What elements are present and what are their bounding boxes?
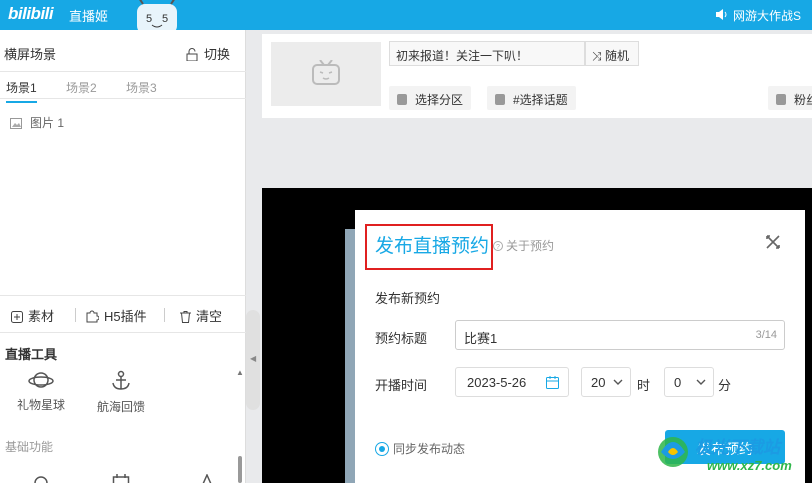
about-reservation-link[interactable]: ? 关于预约: [493, 237, 554, 254]
switch-button[interactable]: 切换: [186, 44, 230, 63]
reservation-title-value: 比赛1: [464, 331, 498, 346]
sync-label: 同步发布动态: [393, 442, 466, 456]
calendar-icon[interactable]: [112, 474, 130, 483]
material-button[interactable]: 素材: [11, 306, 54, 325]
panel-splitter[interactable]: ◀: [246, 310, 260, 410]
left-panel: 横屏场景 切换 场景1 场景2 场景3 图片 1 素材 H5插件 清空 直播工具…: [0, 30, 246, 483]
random-label: 随机: [604, 49, 629, 63]
cover-image[interactable]: [271, 42, 381, 106]
h5-plugin-button[interactable]: H5插件: [85, 306, 147, 325]
watermark-url: www.xz7.com: [707, 458, 792, 473]
clear-label: 清空: [196, 309, 223, 324]
watermark-logo: [658, 437, 688, 467]
hour-value: 20: [591, 375, 606, 390]
collapse-icon[interactable]: ◀: [250, 354, 256, 363]
random-button[interactable]: ⤨ 随机: [585, 41, 639, 66]
room-title-input[interactable]: 初来报道！关注一下叭！: [389, 41, 585, 66]
start-time-label: 开播时间: [375, 378, 428, 393]
char-count: 3/14: [755, 329, 777, 341]
select-topic-label: #选择话题: [513, 93, 568, 107]
app-name: 直播姬: [69, 9, 109, 24]
hour-select[interactable]: 20: [581, 367, 631, 397]
minute-unit: 分: [718, 378, 732, 393]
scroll-up-icon[interactable]: ▲: [236, 368, 244, 377]
sync-radio[interactable]: [375, 442, 389, 456]
scene-title: 横屏场景: [4, 47, 57, 62]
gift-planet-label: 礼物星球: [16, 398, 65, 412]
tab-scene3[interactable]: 场景3: [126, 79, 157, 96]
select-area-label: 选择分区: [415, 93, 464, 107]
source-item-image[interactable]: 图片 1: [10, 114, 64, 131]
image-icon: [10, 118, 22, 129]
date-picker[interactable]: 2023-5-26: [455, 367, 569, 397]
notice-banner[interactable]: 网游大作战S: [716, 7, 801, 24]
lock-icon: [186, 48, 198, 62]
reservation-title-label: 预约标题: [375, 331, 428, 346]
voyage-feedback-label: 航海回馈: [96, 400, 145, 414]
notice-text: 网游大作战S: [733, 9, 802, 23]
date-value: 2023-5-26: [467, 375, 527, 390]
h5-plugin-label: H5插件: [104, 309, 147, 324]
calendar-icon: [546, 376, 559, 389]
room-info-panel: 初来报道！关注一下叭！ ⤨ 随机 选择分区 #选择话题 粉丝: [262, 34, 812, 118]
minute-value: 0: [674, 375, 682, 390]
svg-text:5: 5: [146, 13, 152, 25]
fans-icon: [776, 94, 786, 105]
tab-scene2[interactable]: 场景2: [66, 79, 97, 96]
scene-header: 横屏场景 切换: [0, 30, 246, 72]
divider: [164, 308, 165, 322]
hour-unit: 时: [637, 378, 651, 393]
scrollbar[interactable]: [238, 456, 242, 483]
help-icon: ?: [493, 241, 503, 251]
about-reservation-label: 关于预约: [506, 239, 555, 253]
watermark-text: 极光下载站: [695, 438, 780, 457]
trash-icon: [180, 311, 191, 323]
new-reservation-label: 发布新预约: [375, 291, 441, 306]
tv-icon: [312, 60, 340, 85]
gift-planet-tool[interactable]: 礼物星球: [6, 370, 76, 413]
divider: [75, 308, 76, 322]
minute-select[interactable]: 0: [664, 367, 714, 397]
source-label: 图片 1: [30, 116, 65, 130]
live-tools-title: 直播工具: [5, 347, 58, 362]
planet-icon: [28, 372, 54, 388]
select-area-button[interactable]: 选择分区: [389, 86, 472, 110]
bell-icon[interactable]: [200, 474, 214, 483]
select-topic-button[interactable]: #选择话题: [487, 86, 576, 110]
preview-image-edge: [345, 229, 355, 483]
speaker-icon: [716, 9, 727, 20]
tab-scene1[interactable]: 场景1: [6, 79, 37, 103]
watermark: 极光下载站 www.xz7.com: [653, 430, 809, 480]
plus-square-icon: [11, 311, 23, 323]
scene-tabs: 场景1 场景2 场景3: [0, 73, 246, 103]
svg-text:5: 5: [162, 13, 168, 25]
sync-dynamic-option[interactable]: 同步发布动态: [375, 440, 465, 457]
puzzle-icon: [86, 310, 100, 323]
top-bar: bilibili 直播姬 5 5 网游大作战S: [0, 0, 812, 30]
bilibili-logo: bilibili: [8, 4, 54, 23]
voyage-feedback-tool[interactable]: 航海回馈: [86, 370, 156, 415]
topic-icon: [495, 94, 505, 105]
fans-button[interactable]: 粉丝: [768, 86, 812, 110]
area-icon: [397, 94, 407, 105]
shuffle-icon: ⤨: [592, 49, 605, 63]
chevron-down-icon: [696, 379, 706, 385]
mascot-icon: 5 5: [137, 0, 177, 30]
svg-text:?: ?: [496, 244, 500, 251]
basic-functions-title: 基础功能: [5, 440, 54, 454]
highlight-box: [365, 224, 493, 270]
clear-button[interactable]: 清空: [180, 306, 222, 325]
source-toolbar: 素材 H5插件 清空: [0, 295, 246, 333]
switch-label: 切换: [204, 47, 231, 62]
material-label: 素材: [28, 309, 55, 324]
reservation-title-input[interactable]: 比赛1 3/14: [455, 320, 785, 350]
fans-label: 粉丝: [794, 93, 812, 107]
gear-icon[interactable]: [32, 474, 50, 483]
anchor-icon: [112, 370, 130, 390]
close-icon[interactable]: [765, 234, 781, 250]
chevron-down-icon: [613, 379, 623, 385]
